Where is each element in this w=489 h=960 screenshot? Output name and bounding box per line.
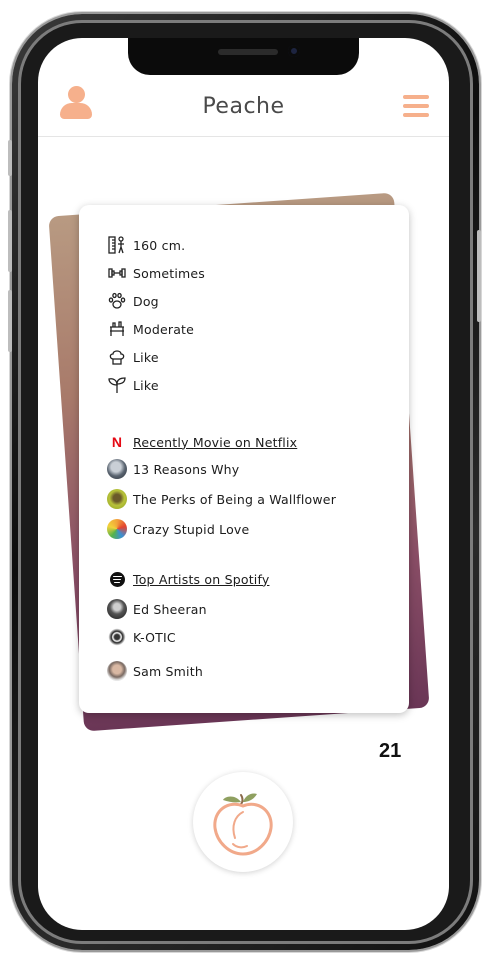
peach-like-button[interactable]: [193, 772, 293, 872]
artist-thumbnail: [107, 661, 127, 681]
attribute-plants: Like: [107, 373, 159, 397]
attribute-label: Dog: [133, 293, 159, 309]
screen: Peache 160 cm. Sometimes Dog Moderate Li…: [38, 38, 449, 930]
mute-switch: [8, 140, 12, 176]
spotify-section-title[interactable]: Top Artists on Spotify: [133, 572, 269, 587]
notch: [128, 38, 359, 75]
artist-name: Ed Sheeran: [133, 601, 207, 617]
spotify-icon: [107, 569, 127, 589]
attribute-label: Moderate: [133, 321, 195, 337]
artist-name: K-OTIC: [133, 629, 176, 645]
dumbbell-icon: [107, 263, 127, 283]
menu-icon[interactable]: [403, 95, 429, 117]
height-icon: [107, 235, 127, 255]
artist-item[interactable]: Sam Smith: [107, 659, 203, 683]
movie-item[interactable]: The Perks of Being a Wallflower: [107, 487, 336, 511]
movie-thumbnail: [107, 519, 127, 539]
spotify-section-header: Top Artists on Spotify: [107, 567, 269, 591]
front-camera: [288, 45, 300, 57]
attribute-label: Sometimes: [133, 265, 206, 281]
movie-title: The Perks of Being a Wallflower: [133, 491, 337, 507]
artist-item[interactable]: K-OTIC: [107, 625, 176, 649]
attribute-label: 160 cm.: [133, 237, 186, 253]
movie-title: Crazy Stupid Love: [133, 521, 250, 537]
artist-thumbnail: [107, 627, 127, 647]
netflix-icon: N: [111, 434, 123, 450]
movie-item[interactable]: Crazy Stupid Love: [107, 517, 249, 541]
attribute-exercise: Sometimes: [107, 261, 205, 285]
artist-name: Sam Smith: [133, 663, 203, 679]
movie-title: 13 Reasons Why: [133, 461, 240, 477]
movie-item[interactable]: 13 Reasons Why: [107, 457, 239, 481]
attribute-height: 160 cm.: [107, 233, 185, 257]
movie-thumbnail: [107, 459, 127, 479]
attribute-pet: Dog: [107, 289, 159, 313]
peach-icon: [213, 793, 273, 856]
attribute-label: Like: [133, 377, 159, 393]
netflix-section-header: N Recently Movie on Netflix: [107, 430, 297, 454]
paw-icon: [107, 291, 127, 311]
chef-hat-icon: [107, 347, 127, 367]
header-bar: Peache: [38, 78, 449, 137]
volume-down-button: [8, 290, 12, 352]
netflix-section-title[interactable]: Recently Movie on Netflix: [133, 435, 297, 450]
attribute-cooking: Like: [107, 345, 159, 369]
volume-up-button: [8, 210, 12, 272]
app-title: Peache: [202, 94, 285, 119]
attribute-drinking: Moderate: [107, 317, 194, 341]
movie-thumbnail: [107, 489, 127, 509]
power-button: [477, 230, 481, 322]
profile-card[interactable]: 160 cm. Sometimes Dog Moderate Like Like…: [79, 205, 409, 713]
match-count: 21: [379, 740, 402, 762]
speaker: [218, 49, 278, 55]
artist-item[interactable]: Ed Sheeran: [107, 597, 207, 621]
artist-thumbnail: [107, 599, 127, 619]
drinks-icon: [107, 319, 127, 339]
attribute-label: Like: [133, 349, 159, 365]
sprout-icon: [107, 375, 127, 395]
